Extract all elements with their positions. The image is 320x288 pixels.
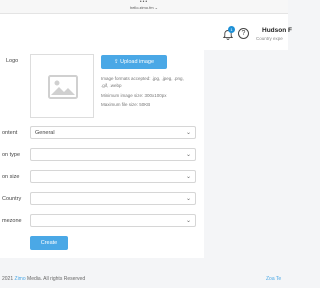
image-placeholder-icon: [48, 75, 78, 99]
hint-min-size: Minimum image size: 300x100px: [101, 93, 167, 98]
user-role: Country expe: [256, 36, 283, 41]
browser-chrome: ••• hello.zimo.fm ⌄: [0, 0, 288, 14]
brand-link[interactable]: Zimo: [15, 276, 26, 282]
country-label: Country: [2, 196, 22, 202]
hint-formats-2: .gif, .webp: [101, 83, 122, 88]
timezone-label: mezone: [2, 218, 22, 224]
create-button[interactable]: Create: [30, 236, 68, 250]
copyright-text: 2021 Zimo Media. All rights Reserved: [2, 276, 86, 282]
logo-label: Logo: [6, 58, 19, 64]
footer-right-link[interactable]: Zoa Te: [266, 276, 281, 282]
chevron-down-icon: ⌄: [185, 196, 191, 202]
size-select[interactable]: ⌄: [30, 170, 196, 183]
help-icon[interactable]: ?: [238, 28, 249, 39]
country-select[interactable]: ⌄: [30, 192, 196, 205]
type-select[interactable]: ⌄: [30, 148, 196, 161]
footer-copyright: 2021 Zimo Media. All rights Reserved: [2, 276, 85, 282]
hint-max-file: Maximum file size: 50KB: [101, 102, 151, 107]
chevron-down-icon: ⌄: [185, 152, 191, 158]
upload-image-label: Upload image: [120, 59, 155, 65]
user-name[interactable]: Hudson F: [262, 27, 292, 34]
upload-icon: ⇪: [113, 59, 119, 65]
menu-dots-icon[interactable]: •••: [0, 0, 288, 5]
content-select-value: General: [35, 130, 55, 136]
hint-formats: Image formats accepted: .jpg, .jpeg, .pn…: [101, 76, 184, 81]
address-bar[interactable]: hello.zimo.fm ⌄: [0, 5, 288, 10]
chevron-down-icon: ⌄: [154, 5, 159, 10]
chevron-down-icon: ⌄: [185, 130, 191, 136]
logo-placeholder[interactable]: [30, 54, 94, 118]
footer-link[interactable]: Zoa Te: [266, 276, 281, 282]
chevron-down-icon: ⌄: [185, 218, 191, 224]
timezone-select[interactable]: ⌄: [30, 214, 196, 227]
upload-image-button[interactable]: ⇪ Upload image: [101, 55, 167, 69]
size-label: on size: [2, 174, 20, 180]
notification-badge: 1: [228, 26, 235, 33]
app-header: 1 ? Hudson F Country expe: [0, 14, 292, 50]
url-text: hello.zimo.fm: [129, 5, 154, 10]
content-label: ontent: [2, 130, 18, 136]
type-label: on type: [2, 152, 21, 158]
content-select[interactable]: General ⌄: [30, 126, 196, 139]
chevron-down-icon: ⌄: [185, 174, 191, 180]
create-form-card: Logo ⇪ Upload image Image formats accept…: [0, 50, 204, 258]
